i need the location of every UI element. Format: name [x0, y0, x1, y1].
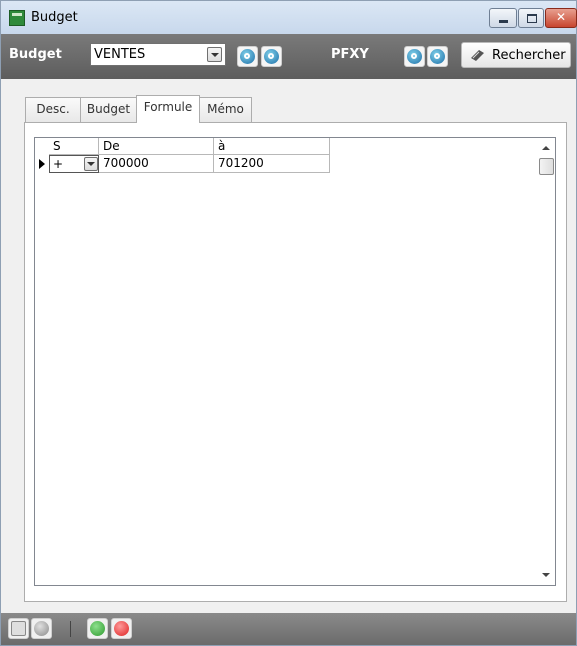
pfxy-prev-button[interactable]	[404, 46, 425, 67]
pfxy-label: PFXY	[331, 47, 369, 62]
nav-prev-icon	[240, 49, 255, 64]
budget-select-value: VENTES	[94, 47, 146, 62]
vertical-scrollbar[interactable]	[538, 138, 555, 585]
search-button-label: Rechercher	[492, 48, 566, 63]
sign-value: +	[53, 157, 64, 171]
save-icon	[11, 621, 26, 636]
title-bar: Budget	[1, 1, 577, 34]
sign-cell[interactable]: +	[49, 155, 99, 173]
budget-prev-button[interactable]	[237, 46, 258, 67]
app-icon	[9, 10, 25, 26]
tab-formule[interactable]: Formule	[136, 95, 200, 123]
scroll-thumb[interactable]	[539, 158, 554, 175]
budget-next-button[interactable]	[261, 46, 282, 67]
nav-next-icon	[430, 49, 445, 64]
budget-window: Budget Budget VENTES PFXY Rechercher Des…	[0, 0, 577, 646]
toolbar: Budget VENTES PFXY Rechercher	[1, 34, 576, 79]
scroll-up-icon[interactable]	[542, 146, 550, 150]
to-account-cell[interactable]: 701200	[214, 155, 330, 173]
cancel-button[interactable]	[111, 618, 132, 639]
nav-prev-icon	[407, 49, 422, 64]
tab-budget[interactable]: Budget	[80, 97, 137, 122]
maximize-button[interactable]	[518, 8, 544, 28]
refresh-icon	[34, 621, 49, 636]
tab-desc[interactable]: Desc.	[25, 97, 81, 122]
refresh-button[interactable]	[31, 618, 52, 639]
from-account-cell[interactable]: 700000	[99, 155, 214, 173]
formula-grid[interactable]: S De à + 700000 701200	[34, 137, 556, 586]
window-title: Budget	[31, 10, 78, 25]
column-header-a[interactable]: à	[214, 138, 330, 155]
column-header-s[interactable]: S	[49, 138, 99, 155]
scroll-down-icon[interactable]	[542, 573, 550, 577]
budget-label: Budget	[9, 47, 62, 62]
cancel-icon	[114, 621, 129, 636]
close-button[interactable]	[545, 8, 577, 28]
toolbar-separator	[70, 621, 71, 637]
bottom-toolbar	[1, 613, 576, 645]
ok-button[interactable]	[87, 618, 108, 639]
search-button[interactable]: Rechercher	[461, 42, 571, 68]
chevron-down-icon[interactable]	[84, 157, 98, 171]
save-button[interactable]	[8, 618, 29, 639]
search-icon	[471, 50, 484, 61]
current-row-indicator-icon	[35, 155, 49, 173]
chevron-down-icon[interactable]	[207, 47, 222, 62]
nav-next-icon	[264, 49, 279, 64]
pfxy-next-button[interactable]	[427, 46, 448, 67]
minimize-button[interactable]	[489, 8, 517, 28]
column-header-de[interactable]: De	[99, 138, 214, 155]
budget-select[interactable]: VENTES	[90, 43, 226, 66]
ok-icon	[90, 621, 105, 636]
tab-memo[interactable]: Mémo	[199, 97, 252, 122]
